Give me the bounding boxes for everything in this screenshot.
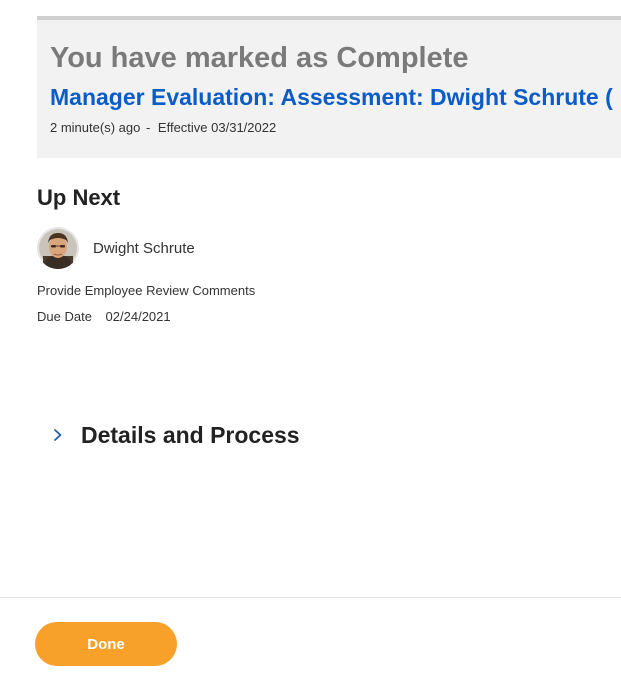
page: You have marked as Complete Manager Eval…	[0, 0, 621, 675]
completion-panel: You have marked as Complete Manager Eval…	[37, 20, 621, 158]
up-next-person: Dwight Schrute	[37, 227, 195, 269]
due-date-value: 02/24/2021	[105, 309, 171, 324]
person-name[interactable]: Dwight Schrute	[93, 240, 195, 257]
footer-divider	[0, 597, 621, 598]
completed-task-link[interactable]: Manager Evaluation: Assessment: Dwight S…	[50, 84, 613, 111]
details-and-process-toggle[interactable]: Details and Process	[50, 418, 300, 452]
completion-heading: You have marked as Complete	[50, 42, 469, 74]
person-portrait-icon	[37, 227, 79, 269]
meta-separator: -	[145, 120, 151, 135]
done-button[interactable]: Done	[35, 622, 177, 666]
next-task-name[interactable]: Provide Employee Review Comments	[37, 283, 255, 298]
chevron-right-icon	[54, 429, 62, 441]
completion-meta: 2 minute(s) ago - Effective 03/31/2022	[50, 120, 276, 135]
avatar[interactable]	[37, 227, 79, 269]
completion-time-ago: 2 minute(s) ago	[50, 120, 141, 135]
due-date-label: Due Date	[37, 309, 92, 324]
details-and-process-label: Details and Process	[81, 421, 300, 448]
due-date-row: Due Date 02/24/2021	[37, 309, 171, 324]
completion-effective-date: Effective 03/31/2022	[157, 120, 277, 135]
up-next-title: Up Next	[37, 185, 121, 210]
